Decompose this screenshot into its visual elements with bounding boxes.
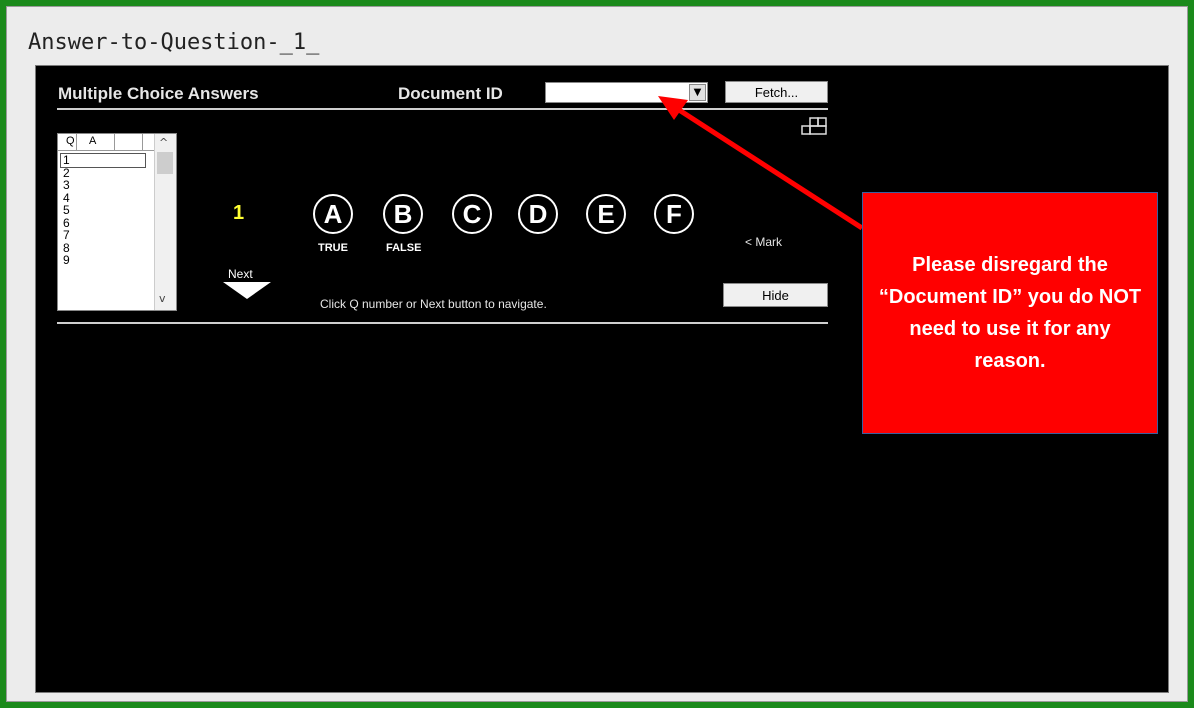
choice-b-label: FALSE	[386, 242, 422, 254]
choice-e-button[interactable]: E	[586, 194, 626, 234]
footer-divider	[57, 322, 828, 324]
choice-a-button[interactable]: A	[313, 194, 353, 234]
choice-a-label: TRUE	[318, 242, 348, 254]
question-row-7[interactable]: 7	[61, 229, 146, 242]
question-list[interactable]: Q A 1 2 3 4 5 6 7 8 9 ^ v	[57, 133, 177, 311]
question-row-8[interactable]: 8	[61, 241, 146, 255]
layout-grid-icon[interactable]	[800, 116, 830, 138]
question-row-5[interactable]: 5	[61, 204, 146, 217]
scroll-down-icon[interactable]: v	[159, 292, 166, 305]
scroll-thumb[interactable]	[157, 152, 173, 174]
choice-b-button[interactable]: B	[383, 194, 423, 234]
scroll-up-icon[interactable]: ^	[159, 136, 168, 149]
hide-button[interactable]: Hide	[723, 283, 828, 307]
document-id-label: Document ID	[398, 84, 503, 103]
document-id-combobox[interactable]: ▼	[545, 82, 708, 103]
next-arrow-icon[interactable]	[223, 282, 271, 299]
question-row-1[interactable]: 1	[60, 153, 146, 168]
section-title: Multiple Choice Answers	[58, 84, 259, 103]
question-row-2[interactable]: 2	[61, 166, 146, 180]
question-list-scrollbar[interactable]: ^ v	[154, 134, 176, 310]
next-label: Next	[228, 267, 253, 281]
choice-d-button[interactable]: D	[518, 194, 558, 234]
choice-c-button[interactable]: C	[452, 194, 492, 234]
column-a-header[interactable]: A	[89, 135, 96, 147]
current-question-number: 1	[233, 202, 245, 224]
column-q-header[interactable]: Q	[66, 135, 75, 147]
fetch-button[interactable]: Fetch...	[725, 81, 828, 103]
question-row-9[interactable]: 9	[61, 254, 146, 267]
mark-button[interactable]: < Mark	[745, 235, 782, 249]
chevron-down-icon[interactable]: ▼	[689, 84, 706, 101]
question-rows: 1 2 3 4 5 6 7 8 9	[60, 153, 146, 267]
choice-f-button[interactable]: F	[654, 194, 694, 234]
question-row-6[interactable]: 6	[61, 216, 146, 230]
window-title: Answer-to-Question-_1_	[28, 30, 320, 55]
navigation-hint: Click Q number or Next button to navigat…	[320, 297, 547, 311]
question-row-3[interactable]: 3	[61, 179, 146, 192]
question-row-4[interactable]: 4	[61, 191, 146, 205]
header-divider	[57, 108, 828, 110]
question-list-header: Q A	[58, 134, 155, 151]
annotation-callout: Please disregard the “Document ID” you d…	[862, 192, 1158, 434]
